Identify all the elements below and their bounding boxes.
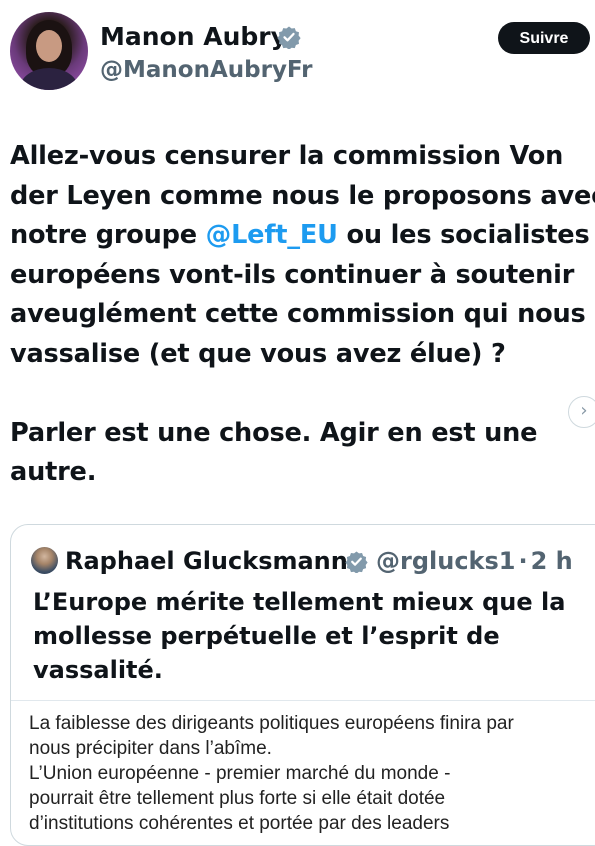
quoted-headline: L’Europe mérite tellement mieux que la m… xyxy=(33,585,565,687)
mention-link[interactable]: @Left_EU xyxy=(206,220,338,250)
avatar-body xyxy=(20,68,78,90)
author-avatar[interactable] xyxy=(10,12,88,90)
tweet-text-segment: ou les socialistes xyxy=(337,220,590,250)
tweet-line: der Leyen comme nous le proposons avec xyxy=(10,180,595,211)
tweet-text: Allez-vous censurer la commission Von de… xyxy=(10,137,595,493)
quoted-body-line: d’institutions cohérentes et portée par … xyxy=(29,813,450,834)
quoted-author-handle[interactable]: @rglucks1 xyxy=(376,547,516,575)
quoted-author-name[interactable]: Raphael Glucksmann xyxy=(65,545,348,577)
verified-badge-icon xyxy=(277,26,301,49)
meta-separator: · xyxy=(518,547,528,575)
quoted-meta: @rglucks1 · 2 h xyxy=(376,545,573,577)
quoted-author-avatar[interactable] xyxy=(31,547,58,574)
quoted-body: La faiblesse des dirigeants politiques e… xyxy=(29,711,514,836)
tweet-paragraph-2: Parler est une chose. Agir en est une au… xyxy=(10,414,595,493)
follow-button[interactable]: Suivre xyxy=(498,22,590,54)
tweet-paragraph-1: Allez-vous censurer la commission Von de… xyxy=(10,137,595,374)
author-name[interactable]: Manon Aubry xyxy=(100,22,287,52)
tweet-text-segment: notre groupe xyxy=(10,220,206,250)
avatar-face xyxy=(36,30,62,62)
tweet-header: Manon Aubry @ManonAubryFr Suivre xyxy=(0,0,595,100)
quoted-line: vassalité. xyxy=(33,656,163,684)
quoted-body-line: nous précipiter dans l’abîme. xyxy=(29,738,272,759)
divider xyxy=(11,700,595,701)
tweet-line: Parler est une chose. Agir en est une xyxy=(10,417,538,448)
quoted-body-line: La faiblesse des dirigeants politiques e… xyxy=(29,713,514,734)
quoted-body-line: pourrait être tellement plus forte si el… xyxy=(29,788,446,809)
quoted-line: mollesse perpétuelle et l’esprit de xyxy=(33,622,500,650)
author-handle[interactable]: @ManonAubryFr xyxy=(100,56,313,84)
quoted-timestamp[interactable]: 2 h xyxy=(531,547,573,575)
tweet-line: autre. xyxy=(10,457,97,487)
tweet-line: notre groupe @Left_EU ou les socialistes xyxy=(10,216,595,256)
quoted-tweet[interactable]: Raphael Glucksmann @rglucks1 · 2 h L’Europ… xyxy=(10,524,595,846)
tweet-line: vassalise (et que vous avez élue) ? xyxy=(10,338,506,369)
tweet-line: aveuglément cette commission qui nous xyxy=(10,299,586,329)
verified-badge-icon xyxy=(345,551,368,573)
tweet-line: Allez-vous censurer la commission Von xyxy=(10,141,564,171)
tweet-line: européens vont-ils continuer à soutenir xyxy=(10,259,575,290)
quoted-body-line: L’Union européenne - premier marché du m… xyxy=(29,763,451,784)
chevron-right-icon[interactable]: › xyxy=(568,396,595,428)
quoted-line: L’Europe mérite tellement mieux que la xyxy=(33,588,566,616)
